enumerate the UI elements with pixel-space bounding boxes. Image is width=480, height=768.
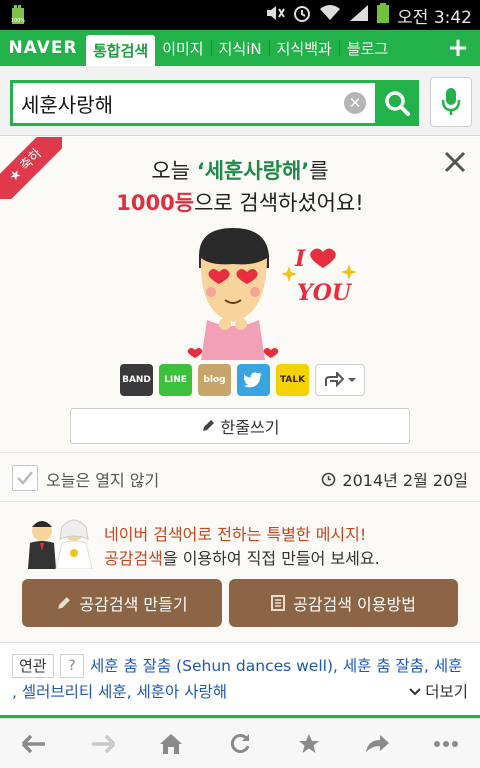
home-button[interactable]	[149, 722, 193, 766]
related-more-button[interactable]: 더보기	[409, 680, 468, 704]
band-share-icon[interactable]: BAND	[120, 364, 153, 396]
empathy-headline: 네이버 검색어로 전하는 특별한 메시지!	[104, 525, 367, 544]
dont-show-today-checkbox[interactable]	[12, 465, 38, 491]
chevron-down-icon	[409, 688, 421, 696]
search-icon	[385, 91, 410, 116]
reload-icon	[230, 733, 250, 753]
search-area: ✕	[0, 66, 480, 136]
empathy-search-section: 네이버 검색어로 전하는 특별한 메시지! 공감검색을 이용하여 직접 만들어 …	[0, 503, 480, 643]
empathy-keyword: 공감검색	[104, 549, 163, 568]
mute-icon	[265, 4, 285, 26]
date-text: 2014년 2월 20일	[342, 471, 468, 490]
related-link[interactable]: 세훈	[434, 657, 463, 675]
search-button[interactable]	[375, 80, 419, 126]
clear-search-icon[interactable]: ✕	[344, 92, 366, 114]
microphone-icon	[441, 88, 461, 115]
pencil-icon	[58, 596, 71, 609]
write-one-line-button[interactable]: 한줄쓰기	[70, 408, 410, 444]
tab-images[interactable]: 이미지	[155, 30, 210, 66]
browser-bottom-bar	[0, 718, 480, 768]
headline-rank: 1000등	[116, 191, 195, 215]
search-input[interactable]	[21, 83, 341, 123]
back-button[interactable]	[12, 722, 56, 766]
checkmark-icon	[17, 471, 33, 485]
blog-share-icon[interactable]: blog	[198, 364, 231, 396]
clock-icon	[322, 472, 336, 486]
svg-text:100%: 100%	[11, 18, 26, 24]
related-line-2: , 셀러브리티 세훈, 세훈아 사랑해	[12, 683, 228, 701]
status-time: 오전 3:42	[397, 7, 472, 28]
empathy-subtext: 공감검색을 이용하여 직접 만들어 보세요.	[104, 545, 380, 569]
celebration-headline: 오늘 ‘세훈사랑해’를 1000등으로 검색하셨어요!	[0, 155, 480, 219]
celebration-panel: ★ 축하 오늘 ‘세훈사랑해’를 1000등으로 검색하셨어요! I YOU B…	[0, 137, 480, 452]
bookmark-star-icon	[298, 733, 319, 753]
home-icon	[160, 733, 183, 754]
related-link[interactable]: 세훈 춤 잘춤 (Sehun dances well)	[90, 657, 333, 675]
related-link[interactable]: 셀러브리티 세훈	[22, 683, 127, 701]
twitter-share-icon[interactable]	[237, 364, 270, 396]
make-empathy-search-button[interactable]: 공감검색 만들기	[22, 579, 222, 627]
more-options-button[interactable]	[424, 722, 468, 766]
headline-suffix: 으로 검색하셨어요!	[194, 191, 364, 215]
svg-text:YOU: YOU	[297, 280, 353, 306]
line-share-icon[interactable]: LINE	[159, 364, 192, 396]
sd-card-icon: 100%	[10, 4, 28, 26]
signal-icon	[349, 4, 369, 26]
search-box: ✕	[10, 80, 419, 126]
write-button-label: 한줄쓰기	[220, 418, 280, 437]
dont-show-today-label[interactable]: 오늘은 열지 않기	[46, 467, 159, 491]
document-icon	[271, 595, 286, 611]
related-link[interactable]: 세훈아 사랑해	[137, 683, 228, 701]
forward-icon	[91, 734, 116, 753]
reload-button[interactable]	[218, 722, 262, 766]
howto-button-label: 공감검색 이용방법	[293, 595, 416, 614]
chevron-down-icon	[347, 378, 356, 382]
date-display: 2014년 2월 20일	[321, 467, 468, 491]
bookmark-button[interactable]	[287, 722, 331, 766]
plus-icon[interactable]: +	[436, 30, 480, 66]
share-icon	[366, 734, 390, 752]
share-arrow-icon	[324, 372, 344, 388]
empathy-howto-button[interactable]: 공감검색 이용방법	[229, 579, 458, 627]
alarm-icon	[293, 4, 311, 26]
wifi-icon	[319, 4, 341, 26]
naver-logo[interactable]: NAVER	[0, 30, 86, 66]
related-help-button[interactable]: ?	[60, 654, 84, 678]
related-line-1: 세훈 춤 잘춤 (Sehun dances well), 세훈 춤 잘춤, 세훈	[90, 657, 463, 675]
svg-text:I: I	[294, 246, 306, 272]
make-button-label: 공감검색 만들기	[79, 595, 188, 614]
dismiss-row: 오늘은 열지 않기 2014년 2월 20일	[0, 452, 480, 502]
empathy-subtext-rest: 을 이용하여 직접 만들어 보세요.	[162, 549, 380, 568]
tab-knowledge-in[interactable]: 지식iN	[212, 30, 269, 66]
wedding-couple-illustration	[28, 519, 93, 569]
headline-after-query: 를	[309, 159, 329, 183]
more-share-button[interactable]	[315, 364, 365, 396]
tab-blog[interactable]: 블로그	[340, 30, 395, 66]
headline-query: ‘세훈사랑해’	[196, 159, 310, 183]
tab-encyclopedia[interactable]: 지식백과	[270, 30, 339, 66]
headline-prefix: 오늘	[151, 159, 197, 183]
status-bar: 100% 오전 3:42	[0, 0, 480, 30]
pencil-icon	[202, 420, 214, 431]
share-row: BAND LINE blog TALK	[120, 364, 365, 396]
related-link[interactable]: 세훈 춤 잘춤	[343, 657, 424, 675]
voice-search-button[interactable]	[430, 77, 472, 127]
more-icon	[433, 740, 458, 747]
forward-button[interactable]	[81, 722, 125, 766]
top-nav: NAVER 통합검색 이미지 지식iN 지식백과 블로그 +	[0, 30, 480, 66]
share-button[interactable]	[355, 722, 399, 766]
kakaotalk-share-icon[interactable]: TALK	[276, 364, 309, 396]
related-tag: 연관	[12, 654, 54, 678]
more-label: 더보기	[425, 683, 468, 701]
tab-integrated-search[interactable]: 통합검색	[86, 35, 156, 66]
love-character-illustration: I YOU	[187, 228, 357, 360]
back-icon	[22, 734, 46, 753]
related-searches: 연관 ? 세훈 춤 잘춤 (Sehun dances well), 세훈 춤 잘…	[0, 644, 480, 716]
battery-icon	[377, 3, 390, 27]
